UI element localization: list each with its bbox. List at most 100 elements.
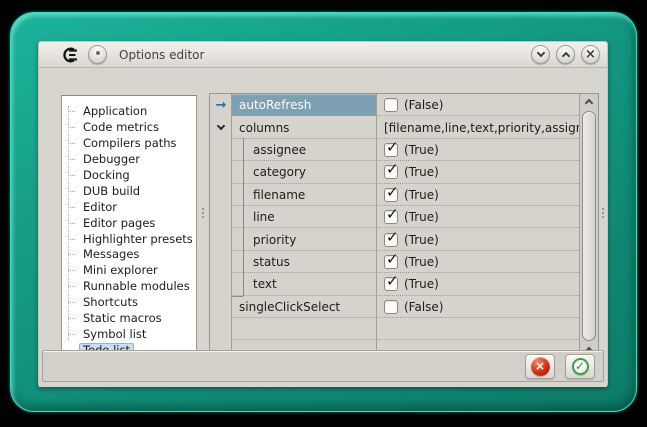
options-editor-window: Options editor × ApplicationCode m <box>38 41 608 387</box>
property-value[interactable]: (False) <box>376 296 579 318</box>
value-text: (True) <box>404 143 439 157</box>
sidebar-item-static-macros[interactable]: Static macros <box>76 311 196 327</box>
property-value[interactable]: ✓ (True) <box>376 251 579 273</box>
checkbox-unchecked[interactable] <box>384 98 398 112</box>
checkbox-checked[interactable]: ✓ <box>384 188 398 202</box>
sidebar-item-label: Code metrics <box>79 120 163 135</box>
checkbox-unchecked[interactable] <box>384 300 398 314</box>
property-row-category[interactable]: category✓(True) <box>210 161 579 183</box>
sidebar-item-shortcuts[interactable]: Shortcuts <box>76 295 196 311</box>
property-name[interactable]: priority <box>232 228 376 250</box>
checkbox-checked[interactable]: ✓ <box>384 255 398 269</box>
value-text: (False) <box>404 300 444 314</box>
property-value[interactable]: ✓(True) <box>376 184 579 206</box>
checkbox-checked[interactable]: ✓ <box>384 277 398 291</box>
property-name[interactable]: filename <box>232 184 376 206</box>
sidebar-item-label: Compilers paths <box>79 136 181 151</box>
property-row-status[interactable]: status ✓ (True) <box>210 251 579 273</box>
property-value[interactable]: [filename,line,text,priority,assigne <box>376 116 579 138</box>
cancel-button[interactable]: × <box>525 354 555 379</box>
property-row-filename[interactable]: filename✓(True) <box>210 184 579 206</box>
property-grid[interactable]: →autoRefresh(False)columns [filename,line… <box>209 93 599 373</box>
sidebar-item-label: Docking <box>79 168 134 183</box>
property-row-text[interactable]: text✓(True) <box>210 273 579 295</box>
property-name[interactable]: status <box>232 251 376 273</box>
sidebar-item-application[interactable]: Application <box>76 104 196 120</box>
sidebar-item-editor[interactable]: Editor <box>76 199 196 215</box>
property-name[interactable]: columns <box>232 116 376 138</box>
sidebar-item-runnable-modules[interactable]: Runnable modules <box>76 279 196 295</box>
window-frame: Options editor × ApplicationCode m <box>10 12 637 412</box>
chevron-up-icon <box>561 52 569 60</box>
chevron-down-icon <box>536 49 544 57</box>
checkbox-checked[interactable]: ✓ <box>384 143 398 157</box>
cancel-icon: × <box>531 357 550 376</box>
sidebar-item-symbol-list[interactable]: Symbol list <box>76 326 196 342</box>
sidebar-item-label: Shortcuts <box>79 295 142 310</box>
left-splitter-handle[interactable] <box>201 208 205 218</box>
property-name[interactable]: text <box>232 273 376 295</box>
sidebar-item-docking[interactable]: Docking <box>76 168 196 184</box>
right-splitter-handle[interactable] <box>601 208 605 218</box>
sidebar-item-label: Static macros <box>79 311 166 326</box>
gutter-cell <box>210 161 232 183</box>
empty-grid-row <box>210 318 579 340</box>
sidebar-item-dub-build[interactable]: DUB build <box>76 183 196 199</box>
property-name[interactable]: singleClickSelect <box>232 296 376 318</box>
property-row-singleClickSelect[interactable]: singleClickSelect (False) <box>210 296 579 318</box>
property-row-priority[interactable]: priority ✓ (True) <box>210 228 579 250</box>
value-text: (True) <box>404 255 439 269</box>
property-value[interactable]: ✓(True) <box>376 206 579 228</box>
scroll-up-icon[interactable] <box>585 99 593 107</box>
shade-button[interactable] <box>531 45 550 64</box>
sidebar-item-code-metrics[interactable]: Code metrics <box>76 120 196 136</box>
titlebar[interactable]: Options editor × <box>39 42 607 68</box>
property-value[interactable]: (False) <box>376 94 579 116</box>
gutter-cell <box>210 184 232 206</box>
checkbox-checked[interactable]: ✓ <box>384 233 398 247</box>
property-row-columns[interactable]: columns [filename,line,text,priority,assi… <box>210 116 579 138</box>
sidebar-item-label: Messages <box>79 247 143 262</box>
sidebar-item-messages[interactable]: Messages <box>76 247 196 263</box>
close-button[interactable]: × <box>581 45 600 64</box>
sidebar-item-mini-explorer[interactable]: Mini explorer <box>76 263 196 279</box>
window-menu-button[interactable] <box>88 45 107 64</box>
collapse-chevron-icon[interactable] <box>210 116 232 138</box>
property-name[interactable]: assignee <box>232 139 376 161</box>
property-name[interactable]: category <box>232 161 376 183</box>
check-icon: ✓ <box>386 206 399 223</box>
checkbox-checked[interactable]: ✓ <box>384 165 398 179</box>
sidebar-item-highlighter-presets[interactable]: Highlighter presets <box>76 231 196 247</box>
property-row-line[interactable]: line✓(True) <box>210 206 579 228</box>
property-row-assignee[interactable]: assignee ✓ (True) <box>210 139 579 161</box>
close-icon: × <box>585 48 596 61</box>
options-category-list: ApplicationCode metricsCompilers pathsDe… <box>62 96 196 358</box>
app-logo-icon <box>61 47 80 63</box>
property-value[interactable]: ✓ (True) <box>376 228 579 250</box>
check-icon: ✓ <box>386 184 399 201</box>
property-value[interactable]: ✓ (True) <box>376 139 579 161</box>
category-list-panel[interactable]: ApplicationCode metricsCompilers pathsDe… <box>61 95 197 372</box>
sidebar-item-label: Debugger <box>79 152 144 167</box>
sidebar-item-label: Editor pages <box>79 216 159 231</box>
accept-button[interactable]: ✓ <box>565 354 595 379</box>
sidebar-item-label: Symbol list <box>79 327 150 342</box>
check-icon: ✓ <box>386 251 399 268</box>
property-name[interactable]: autoRefresh <box>232 94 376 116</box>
scrollbar-thumb[interactable] <box>582 111 596 341</box>
sidebar-item-compilers-paths[interactable]: Compilers paths <box>76 136 196 152</box>
check-icon: ✓ <box>386 139 399 156</box>
property-value[interactable]: ✓(True) <box>376 273 579 295</box>
sidebar-item-debugger[interactable]: Debugger <box>76 152 196 168</box>
value-text: (True) <box>404 233 439 247</box>
sidebar-item-editor-pages[interactable]: Editor pages <box>76 215 196 231</box>
value-text: [filename,line,text,priority,assigne <box>384 121 579 135</box>
options-content: ApplicationCode metricsCompilers pathsDe… <box>39 68 607 387</box>
property-value[interactable]: ✓(True) <box>376 161 579 183</box>
gutter-cell <box>210 206 232 228</box>
maximize-button[interactable] <box>556 45 575 64</box>
checkbox-checked[interactable]: ✓ <box>384 210 398 224</box>
grid-vertical-scrollbar[interactable] <box>579 94 598 372</box>
property-name[interactable]: line <box>232 206 376 228</box>
property-row-autoRefresh[interactable]: →autoRefresh(False) <box>210 94 579 116</box>
